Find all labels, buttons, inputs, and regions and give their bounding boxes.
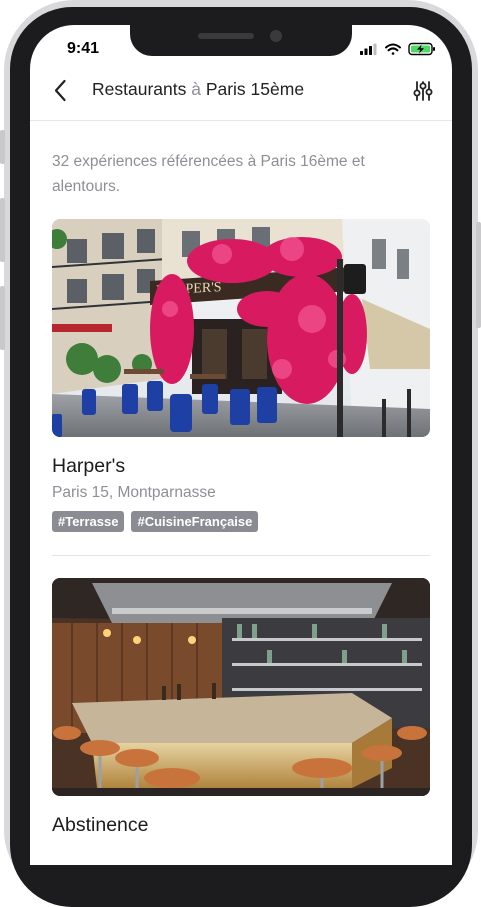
restaurant-photo-abstinence[interactable] xyxy=(52,578,430,796)
tag-cuisine-francaise[interactable]: #CuisineFrançaise xyxy=(131,511,259,532)
cellular-signal-icon xyxy=(360,43,377,55)
chevron-left-icon xyxy=(54,79,66,102)
restaurant-name[interactable]: Harper's xyxy=(52,455,125,478)
status-time: 9:41 xyxy=(67,40,100,57)
notch xyxy=(130,25,352,56)
restaurant-photo-harpers[interactable]: HARPER'S xyxy=(52,219,430,437)
card-divider xyxy=(52,555,430,556)
front-camera xyxy=(270,30,282,42)
header: Restaurants à Paris 15ème xyxy=(30,77,452,121)
filter-button[interactable] xyxy=(412,78,434,104)
page-title: Restaurants à Paris 15ème xyxy=(92,79,304,100)
sliders-icon xyxy=(413,81,433,101)
restaurant-name[interactable]: Abstinence xyxy=(52,814,148,837)
speaker-grille xyxy=(198,33,254,39)
restaurant-location: Paris 15, Montparnasse xyxy=(52,484,216,501)
back-button[interactable] xyxy=(48,77,76,105)
side-button-power xyxy=(476,222,481,328)
title-category: Restaurants xyxy=(92,79,192,99)
title-connector: à xyxy=(191,79,201,99)
side-button-volume-up xyxy=(0,198,5,262)
tag-list: #Terrasse #CuisineFrançaise xyxy=(52,511,259,532)
battery-charging-icon xyxy=(408,42,435,56)
side-button-mute xyxy=(0,130,5,164)
title-city: Paris 15ème xyxy=(200,79,305,99)
side-button-volume-down xyxy=(0,286,5,350)
tag-terrasse[interactable]: #Terrasse xyxy=(52,511,125,532)
status-icons xyxy=(360,42,438,56)
wifi-icon xyxy=(385,43,401,55)
results-summary: 32 expériences référencées à Paris 16ème… xyxy=(52,153,365,195)
header-divider xyxy=(30,120,452,121)
app-screen: 9:41 Restaurants à Paris 15ème 32 expéri… xyxy=(30,25,452,865)
